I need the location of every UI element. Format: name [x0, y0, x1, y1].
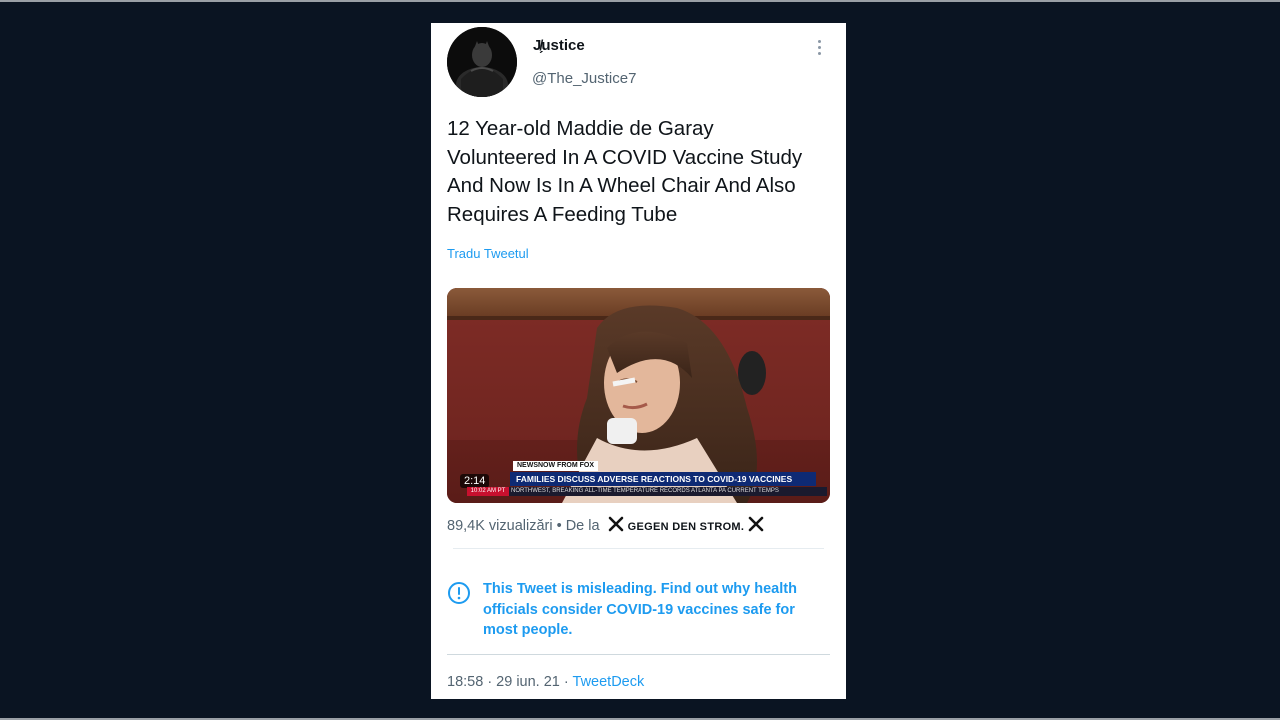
- ticker-headline: FAMILIES DISCUSS ADVERSE REACTIONS TO CO…: [510, 472, 816, 486]
- divider: [447, 654, 830, 655]
- display-name[interactable]: J̸̗ustice: [533, 37, 585, 54]
- avatar[interactable]: [447, 27, 517, 97]
- warning-text[interactable]: This Tweet is misleading. Find out why h…: [483, 579, 823, 641]
- video-player[interactable]: 2:14 NEWSNOW FROM FOX FAMILIES DISCUSS A…: [447, 288, 830, 503]
- user-handle[interactable]: @The_Justice7: [532, 70, 636, 87]
- tweet-card: J̸̗ustice @The_Justice7 12 Year-old Madd…: [431, 23, 846, 699]
- ticker-source: NEWSNOW FROM FOX: [513, 461, 598, 471]
- tweet-meta: 89,4K vizualizări • De la GEGEN DEN STRO…: [447, 516, 768, 534]
- timestamp[interactable]: 18:58 · 29 iun. 21 ·: [447, 674, 569, 690]
- tweet-footer: 18:58 · 29 iun. 21 · TweetDeck: [447, 674, 644, 690]
- x-mark-icon: [748, 516, 764, 532]
- source-prefix: • De la: [556, 518, 600, 534]
- video-thumbnail: [447, 288, 830, 503]
- video-duration: 2:14: [460, 474, 490, 488]
- ticker-time: 10:02 AM PT: [467, 487, 509, 496]
- avatar-image: [447, 27, 517, 97]
- view-count: 89,4K vizualizări: [447, 518, 553, 534]
- x-mark-icon: [608, 516, 623, 532]
- client-link[interactable]: TweetDeck: [573, 674, 645, 690]
- more-vertical-icon[interactable]: [811, 37, 827, 59]
- ticker-crawl: NORTHWEST, BREAKING ALL-TIME TEMPERATURE…: [467, 487, 827, 496]
- tweet-text: 12 Year-old Maddie de Garay Volunteered …: [447, 117, 803, 226]
- divider: [453, 548, 824, 549]
- info-circle-icon: [448, 582, 470, 604]
- translate-tweet-link[interactable]: Tradu Tweetul: [447, 246, 529, 261]
- source-name[interactable]: GEGEN DEN STROM.: [628, 521, 745, 533]
